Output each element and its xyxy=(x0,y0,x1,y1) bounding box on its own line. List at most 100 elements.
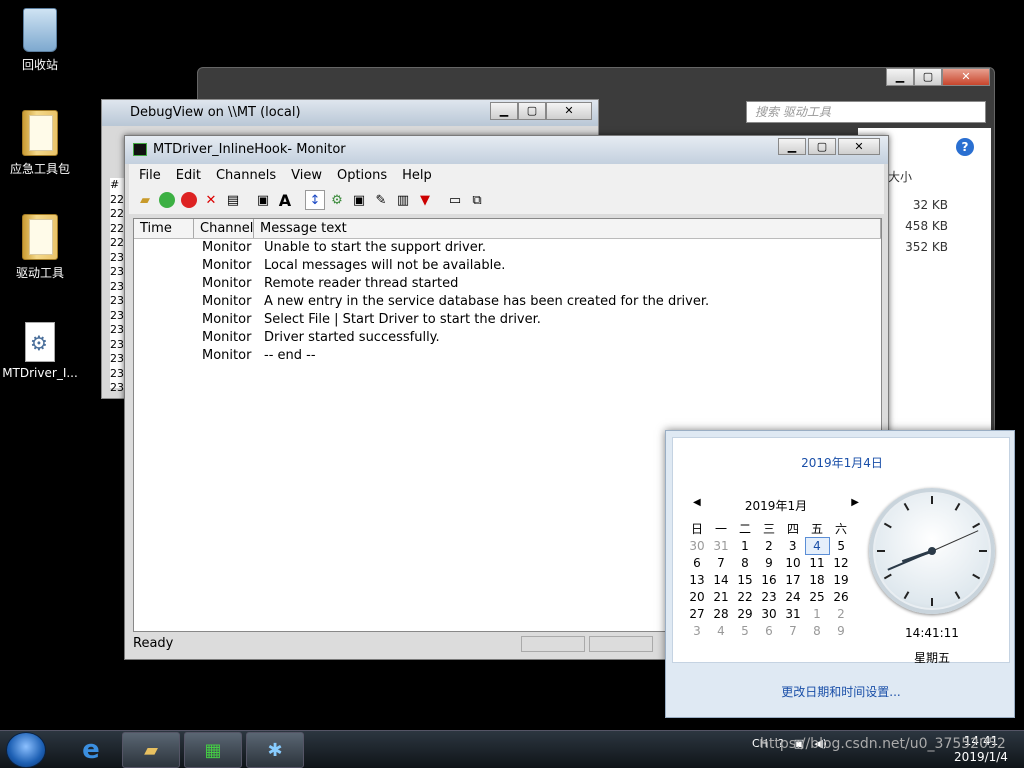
monitor-taskbar-icon[interactable]: ▦ xyxy=(184,732,242,768)
stop-icon[interactable] xyxy=(179,190,199,210)
next-month-icon[interactable]: ▶ xyxy=(851,497,859,514)
table-row[interactable]: Monitor -- end -- xyxy=(134,347,881,365)
current-date-link[interactable]: 2019年1月4日 xyxy=(673,454,1011,471)
calendar-day[interactable]: 14 xyxy=(709,572,733,589)
column-header-size[interactable]: 大小 xyxy=(888,168,912,185)
minimize-button[interactable]: ▁ xyxy=(490,102,518,120)
calendar-day[interactable]: 23 xyxy=(757,589,781,606)
calendar-day[interactable]: 3 xyxy=(781,538,805,555)
calendar-day[interactable]: 25 xyxy=(805,589,829,606)
table-row[interactable]: Monitor A new entry in the service databa… xyxy=(134,293,881,311)
month-label[interactable]: 2019年1月 xyxy=(745,497,807,514)
close-button[interactable]: ✕ xyxy=(546,102,592,120)
menu-edit[interactable]: Edit xyxy=(170,168,210,183)
calendar-day[interactable]: 10 xyxy=(781,555,805,572)
calendar-day[interactable]: 6 xyxy=(757,623,781,640)
calendar-day[interactable]: 8 xyxy=(805,623,829,640)
minimize-button[interactable]: ▁ xyxy=(778,138,806,155)
delete-icon[interactable]: ✕ xyxy=(201,190,221,210)
debugview-taskbar-icon[interactable]: ✱ xyxy=(246,732,304,768)
network-icon[interactable]: ⧉ xyxy=(467,190,487,210)
calendar-day[interactable]: 1 xyxy=(805,606,829,623)
calendar-day[interactable]: 21 xyxy=(709,589,733,606)
desktop-icon-label: 回收站 xyxy=(21,58,58,72)
calendar-day[interactable]: 6 xyxy=(685,555,709,572)
calendar-day[interactable]: 5 xyxy=(733,623,757,640)
menu-help[interactable]: Help xyxy=(396,168,441,183)
menu-channels[interactable]: Channels xyxy=(210,168,285,183)
column-header-message[interactable]: Message text xyxy=(254,219,881,238)
desktop-icon-mtdriver[interactable]: MTDriver_I... xyxy=(0,322,80,380)
calendar-day[interactable]: 13 xyxy=(685,572,709,589)
calendar-day[interactable]: 4 xyxy=(804,537,830,555)
calendar-day[interactable]: 11 xyxy=(805,555,829,572)
font-icon[interactable]: A xyxy=(275,190,295,210)
calendar-day[interactable]: 7 xyxy=(781,623,805,640)
calendar-day[interactable]: 29 xyxy=(733,606,757,623)
menu-options[interactable]: Options xyxy=(331,168,396,183)
log-to-file-icon[interactable]: ▣ xyxy=(349,190,369,210)
calendar-day[interactable]: 9 xyxy=(829,623,853,640)
calendar-day[interactable]: 4 xyxy=(709,623,733,640)
column-header-time[interactable]: Time xyxy=(134,219,194,238)
capture-icon[interactable]: ⚙ xyxy=(327,190,347,210)
calendar-day[interactable]: 27 xyxy=(685,606,709,623)
highlight-icon[interactable]: ✎ xyxy=(371,190,391,210)
maximize-button[interactable]: ▢ xyxy=(808,138,836,155)
close-button[interactable]: ✕ xyxy=(838,138,880,155)
calendar-day[interactable]: 28 xyxy=(709,606,733,623)
calendar-day[interactable]: 15 xyxy=(733,572,757,589)
history-icon[interactable]: ▥ xyxy=(393,190,413,210)
calendar-day[interactable]: 16 xyxy=(757,572,781,589)
table-row[interactable]: Monitor Unable to start the support drive… xyxy=(134,239,881,257)
help-icon[interactable]: ? xyxy=(956,138,974,156)
explorer-taskbar-icon[interactable]: ▰ xyxy=(122,732,180,768)
autoscroll-icon[interactable]: ↕ xyxy=(305,190,325,210)
search-input[interactable]: 搜索 驱动工具 xyxy=(746,101,986,123)
desktop-icon-recycle-bin[interactable]: 回收站 xyxy=(0,8,80,73)
connect-icon[interactable]: ▭ xyxy=(445,190,465,210)
calendar-day[interactable]: 8 xyxy=(733,555,757,572)
table-row[interactable]: Monitor Driver started successfully. xyxy=(134,329,881,347)
save-icon[interactable]: ▣ xyxy=(253,190,273,210)
go-icon[interactable] xyxy=(157,190,177,210)
calendar-day[interactable]: 5 xyxy=(829,538,853,555)
calendar-day[interactable]: 12 xyxy=(829,555,853,572)
calendar-day[interactable]: 19 xyxy=(829,572,853,589)
calendar-day[interactable]: 24 xyxy=(781,589,805,606)
calendar-day[interactable]: 9 xyxy=(757,555,781,572)
calendar-day[interactable]: 3 xyxy=(685,623,709,640)
ie-icon[interactable]: e xyxy=(62,732,120,768)
maximize-button[interactable]: ▢ xyxy=(914,68,942,86)
calendar-day[interactable]: 22 xyxy=(733,589,757,606)
table-row[interactable]: Monitor Remote reader thread started xyxy=(134,275,881,293)
filter-icon[interactable]: ▼ xyxy=(415,190,435,210)
calendar-day[interactable]: 30 xyxy=(685,538,709,555)
desktop-icon-emergency-tools[interactable]: 应急工具包 xyxy=(0,110,80,177)
change-datetime-settings-link[interactable]: 更改日期和时间设置... xyxy=(666,683,1016,700)
calendar-day[interactable]: 1 xyxy=(733,538,757,555)
calendar-day[interactable]: 2 xyxy=(757,538,781,555)
table-row[interactable]: Monitor Local messages will not be availa… xyxy=(134,257,881,275)
menu-file[interactable]: File xyxy=(133,168,170,183)
menu-view[interactable]: View xyxy=(285,168,331,183)
calendar-day[interactable]: 17 xyxy=(781,572,805,589)
calendar-day[interactable]: 20 xyxy=(685,589,709,606)
maximize-button[interactable]: ▢ xyxy=(518,102,546,120)
minimize-button[interactable]: ▁ xyxy=(886,68,914,86)
properties-icon[interactable]: ▤ xyxy=(223,190,243,210)
table-row[interactable]: Monitor Select File | Start Driver to sta… xyxy=(134,311,881,329)
calendar-day[interactable]: 18 xyxy=(805,572,829,589)
column-header-channel[interactable]: Channel xyxy=(194,219,254,238)
desktop-icon-driver-tools[interactable]: 驱动工具 xyxy=(0,214,80,281)
calendar-day[interactable]: 31 xyxy=(781,606,805,623)
open-folder-icon[interactable]: ▰ xyxy=(135,190,155,210)
calendar-day[interactable]: 30 xyxy=(757,606,781,623)
calendar-day[interactable]: 31 xyxy=(709,538,733,555)
calendar-day[interactable]: 26 xyxy=(829,589,853,606)
calendar-day[interactable]: 2 xyxy=(829,606,853,623)
prev-month-icon[interactable]: ◀ xyxy=(693,497,701,514)
start-button[interactable] xyxy=(6,732,46,768)
close-button[interactable]: ✕ xyxy=(942,68,990,86)
calendar-day[interactable]: 7 xyxy=(709,555,733,572)
